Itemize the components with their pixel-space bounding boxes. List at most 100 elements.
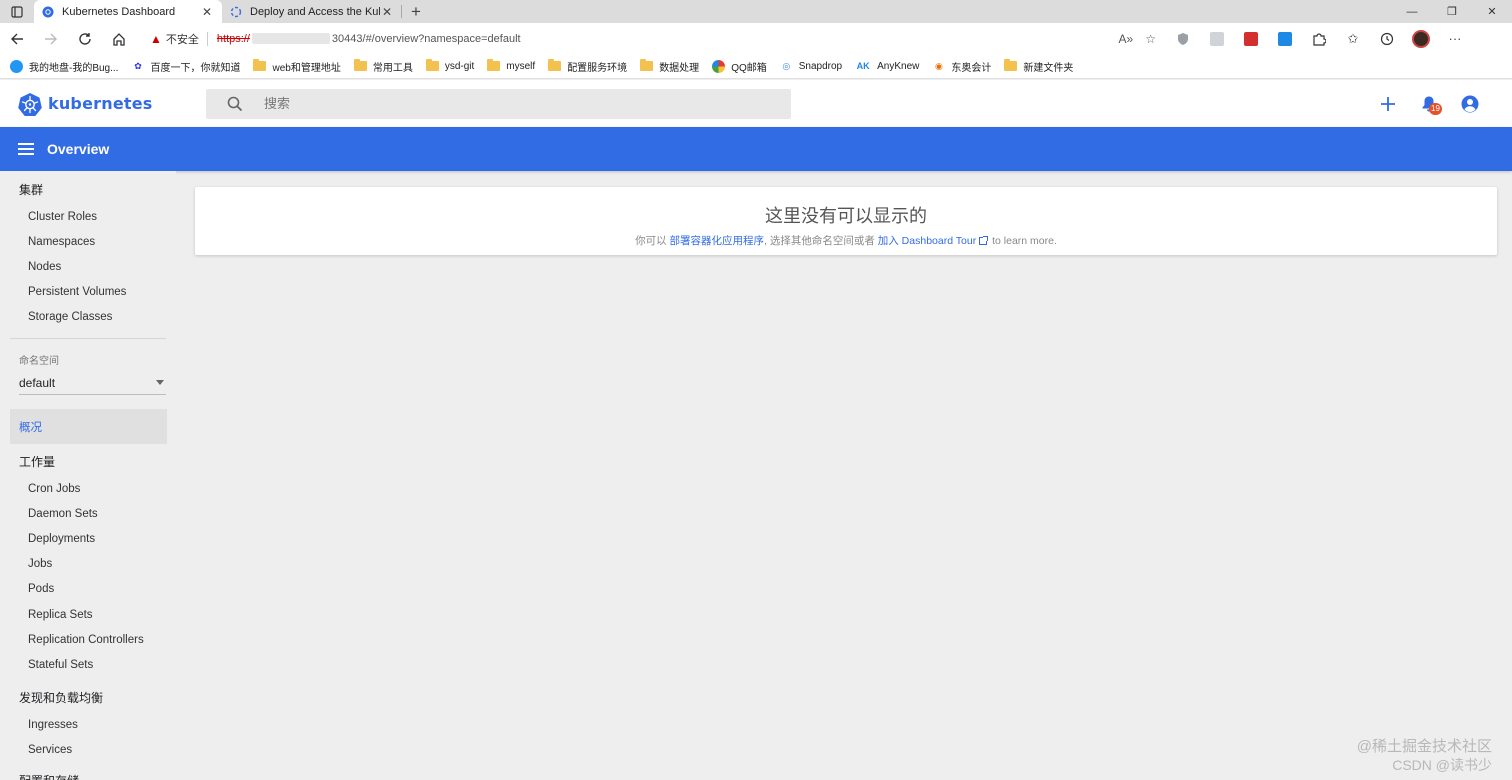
bookmark-folder[interactable]: web和管理地址 — [253, 59, 341, 74]
folder-icon — [253, 59, 267, 71]
folder-icon — [1004, 59, 1018, 71]
tab-actions-button[interactable] — [0, 0, 34, 23]
bookmark-item[interactable]: 我的地盘-我的Bug... — [10, 59, 118, 74]
brand-name: kubernetes — [48, 94, 153, 113]
sidebar-item-daemon-sets[interactable]: Daemon Sets — [28, 508, 98, 520]
tab-kubernetes-dashboard[interactable]: Kubernetes Dashboard ✕ — [34, 0, 222, 23]
sidebar-item-replication-controllers[interactable]: Replication Controllers — [28, 634, 144, 646]
bookmark-item[interactable]: ◎ Snapdrop — [780, 60, 842, 73]
forward-button[interactable] — [34, 23, 68, 54]
restore-button[interactable]: ❐ — [1432, 0, 1472, 23]
sidebar-item-cron-jobs[interactable]: Cron Jobs — [28, 483, 80, 495]
tab-title: Deploy and Access the Kubernet — [250, 5, 380, 18]
folder-icon — [487, 59, 501, 71]
bookmark-item[interactable]: ◉ 东奥会计 — [932, 59, 991, 74]
sidebar-item-storage-classes[interactable]: Storage Classes — [28, 311, 112, 323]
sidebar-section-discovery[interactable]: 发现和负载均衡 — [19, 689, 103, 706]
dashboard-tour-link[interactable]: 加入 Dashboard Tour — [878, 235, 976, 247]
sidebar-item-services[interactable]: Services — [28, 744, 72, 756]
security-label[interactable]: 不安全 — [166, 31, 199, 47]
minimize-button[interactable]: — — [1392, 0, 1432, 23]
reload-button[interactable] — [68, 23, 102, 54]
sidebar-item-namespaces[interactable]: Namespaces — [28, 236, 95, 248]
search-box[interactable] — [206, 88, 791, 119]
back-button[interactable] — [0, 23, 34, 54]
shield-extension-icon[interactable] — [1166, 23, 1200, 54]
tab-close-icon[interactable]: ✕ — [380, 5, 394, 19]
header-actions: 19 — [1367, 84, 1490, 124]
snapdrop-icon: ◎ — [782, 60, 791, 71]
sidebar-section-cluster[interactable]: 集群 — [19, 181, 43, 198]
kubernetes-logo-icon — [18, 92, 42, 116]
baidu-icon: ✿ — [134, 60, 142, 71]
add-favorite-icon[interactable]: ☆ — [1145, 32, 1156, 46]
extensions-icon[interactable] — [1302, 23, 1336, 54]
sidebar-item-deployments[interactable]: Deployments — [28, 533, 95, 545]
bookmark-folder[interactable]: ysd-git — [425, 59, 474, 73]
sidebar-item-nodes[interactable]: Nodes — [28, 261, 61, 273]
clock-icon — [1380, 32, 1394, 45]
namespace-select[interactable]: default — [19, 371, 166, 395]
message-text: , 选择其他命名空间或者 — [764, 235, 878, 247]
browser-tab-strip: Kubernetes Dashboard ✕ Deploy and Access… — [0, 0, 1512, 23]
account-circle-icon — [1461, 95, 1478, 112]
sidebar-item-stateful-sets[interactable]: Stateful Sets — [28, 659, 93, 671]
bookmark-label: AnyKnew — [877, 60, 920, 72]
bookmark-item[interactable]: QQ邮箱 — [712, 59, 767, 74]
browser-toolbar: ▲ 不安全 https:// 30443/#/overview?namespac… — [0, 23, 1512, 54]
bookmark-item[interactable]: ✿ 百度一下，你就知道 — [131, 59, 240, 74]
profile-avatar — [1412, 29, 1430, 48]
bookmark-label: QQ邮箱 — [731, 62, 767, 74]
bookmark-folder[interactable]: 数据处理 — [640, 59, 699, 74]
tab-deploy-access[interactable]: Deploy and Access the Kubernet ✕ — [222, 0, 402, 23]
address-bar[interactable]: ▲ 不安全 https:// 30443/#/overview?namespac… — [150, 27, 1162, 51]
search-icon — [227, 96, 243, 111]
profile-button[interactable] — [1404, 23, 1438, 54]
blue-extension-icon[interactable] — [1268, 23, 1302, 54]
sidebar-item-cluster-roles[interactable]: Cluster Roles — [28, 211, 97, 223]
sidebar-item-label: 概况 — [19, 421, 42, 434]
url-path: 30443/#/overview?namespace=default — [331, 32, 521, 45]
loading-icon — [230, 6, 242, 17]
bookmark-folder[interactable]: 常用工具 — [353, 59, 413, 74]
bookmark-folder[interactable]: 配置服务环境 — [548, 59, 627, 74]
bookmarks-bar: 我的地盘-我的Bug... ✿ 百度一下，你就知道 web和管理地址 常用工具 y… — [0, 54, 1512, 79]
user-account-button[interactable] — [1449, 84, 1490, 124]
new-tab-button[interactable]: + — [402, 0, 430, 23]
sidebar-section-config[interactable]: 配置和存储 — [19, 772, 79, 780]
history-icon[interactable] — [1370, 23, 1404, 54]
bookmark-label: 新建文件夹 — [1023, 62, 1074, 74]
red-extension-icon[interactable] — [1234, 23, 1268, 54]
notifications-button[interactable]: 19 — [1408, 84, 1449, 124]
address-bar-actions: A» ☆ — [1119, 32, 1162, 46]
sidebar-item-ingresses[interactable]: Ingresses — [28, 719, 78, 731]
favorites-icon[interactable]: ✩ — [1336, 23, 1370, 54]
bookmark-folder[interactable]: 新建文件夹 — [1004, 59, 1073, 74]
sidebar-item-overview[interactable]: 概况 — [10, 409, 167, 444]
qq-mail-icon — [712, 59, 726, 73]
sidebar-section-workloads[interactable]: 工作量 — [19, 453, 55, 470]
home-button[interactable] — [102, 23, 136, 54]
sidebar-item-replica-sets[interactable]: Replica Sets — [28, 609, 93, 621]
more-menu-icon[interactable]: ··· — [1438, 23, 1472, 54]
read-aloud-icon[interactable]: A» — [1119, 32, 1134, 46]
screen-extension-icon[interactable] — [1200, 23, 1234, 54]
bookmark-item[interactable]: AK AnyKnew — [855, 60, 920, 73]
page-toolbar: Overview — [0, 127, 1512, 171]
sidebar-item-persistent-volumes[interactable]: Persistent Volumes — [28, 286, 126, 298]
close-window-button[interactable]: ✕ — [1472, 0, 1512, 23]
create-button[interactable] — [1367, 84, 1408, 124]
bookmark-folder[interactable]: myself — [487, 59, 535, 73]
hamburger-menu-icon[interactable] — [18, 143, 34, 155]
sidebar-item-jobs[interactable]: Jobs — [28, 558, 52, 570]
home-icon — [113, 32, 125, 46]
sidebar-item-pods[interactable]: Pods — [28, 583, 54, 595]
app-header: kubernetes 19 — [0, 80, 1512, 127]
deploy-app-link[interactable]: 部署容器化应用程序 — [670, 235, 765, 247]
brand-home-link[interactable]: kubernetes — [18, 92, 206, 116]
bookmark-label: Snapdrop — [798, 60, 843, 72]
tab-close-icon[interactable]: ✕ — [200, 5, 214, 19]
watermark-line: @稀土掘金技术社区 — [1356, 738, 1492, 755]
search-input[interactable] — [264, 96, 744, 111]
bookmark-label: 百度一下，你就知道 — [150, 62, 241, 74]
